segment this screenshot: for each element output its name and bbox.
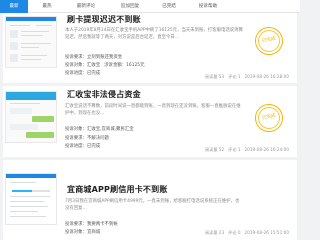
complaint-title[interactable]: 刷卡提现迟迟不到账	[67, 14, 141, 25]
complaint-stats: 阅读量 53 评论 1 2019-08-26 16:28:00	[201, 74, 289, 80]
post-date: 2019-08-26 16:28:00	[244, 74, 289, 79]
complaint-stats: 阅读量 52 评论 1 2019-08-26 16:24:00	[201, 147, 289, 153]
post-date: 2019-08-26 16:24:00	[244, 147, 289, 152]
completed-stamp: 已完成	[252, 101, 286, 135]
complaint-demand: 投诉要求：立刻到账还我资金	[65, 55, 123, 60]
comment-count: 评论 1	[228, 74, 241, 79]
category-tab-bar: 最新 最热 最新评论 追加回复 已完结 投诉帮助	[0, 0, 300, 13]
tab-hottest[interactable]: 最热	[34, 0, 60, 13]
view-count: 阅读量 52	[204, 147, 225, 152]
view-count: 阅读量 23	[204, 230, 225, 235]
screenshot-thumbnail[interactable]	[5, 91, 57, 143]
complaint-card[interactable]: 刷卡提现迟迟不到账 本人于2019年8月14日在汇收宝手机APP中刷了16125…	[3, 13, 297, 83]
complaint-progress: 投诉进度：已完成	[65, 144, 101, 149]
screenshot-thumbnail[interactable]	[5, 16, 57, 68]
comment-count: 评论 0	[228, 230, 241, 235]
complaint-card[interactable]: 宜商城APP刷信用卡不到账 7月3日我在宜商城APP刷信用卡4999元，一直未到…	[3, 160, 297, 240]
complaint-target: 投诉对象：汇收宝 涉诉金额：16125元	[65, 63, 145, 68]
post-date: 2019-08-26 15:51:00	[244, 230, 289, 235]
complaint-target: 投诉对象：汇收宝,宜商城,聚民汇宝	[65, 127, 134, 132]
tab-latest[interactable]: 最新	[0, 0, 28, 13]
complaint-demand: 投诉要求：我要两卡不到帐	[65, 222, 118, 227]
tab-latest-comments[interactable]: 最新评论	[66, 0, 106, 13]
complaint-excerpt: 7月3日我在宜商城APP刷信用卡4999元，一直未到账，给客服打电话说系统正在维…	[65, 199, 240, 211]
complaint-progress: 投诉进度：已完成	[65, 71, 101, 76]
complaint-demand: 投诉要求：不解决问题	[65, 136, 109, 141]
screenshot-thumbnail[interactable]	[5, 173, 57, 225]
complaint-excerpt: 本人于2019年8月14日在汇收宝手机APP中刷了16125元，当天未到账，打客…	[65, 28, 243, 40]
complaint-card[interactable]: 汇收宝非法侵占资金 汇收宝说话不算数，前段时间说一直都能到账，一直到现在还没到账…	[3, 86, 297, 157]
complaint-title[interactable]: 汇收宝非法侵占资金	[67, 89, 141, 100]
complaint-target-link[interactable]: 汇收宝	[87, 63, 100, 68]
complaint-target: 投诉对象：宜商城	[65, 230, 101, 235]
tab-follow-up-replies[interactable]: 追加回复	[110, 0, 150, 13]
complaint-excerpt: 汇收宝说话不算数，前段时间说一直都能到账，一直到现在还没到账，客服一直推脱说在维…	[65, 104, 241, 116]
tab-completed[interactable]: 已完结	[154, 0, 184, 13]
view-count: 阅读量 53	[204, 74, 225, 79]
comment-count: 评论 1	[228, 147, 241, 152]
complaint-target-link[interactable]: 宜商城	[87, 230, 100, 235]
completed-stamp: 已完成	[252, 24, 286, 58]
complaint-stats: 阅读量 23 评论 0 2019-08-26 15:51:00	[201, 230, 289, 236]
tab-complaint-help[interactable]: 投诉帮助	[188, 0, 228, 13]
complaint-target-link[interactable]: 汇收宝,宜商城,聚民汇宝	[87, 127, 134, 132]
complaint-title[interactable]: 宜商城APP刷信用卡不到账	[67, 184, 168, 195]
